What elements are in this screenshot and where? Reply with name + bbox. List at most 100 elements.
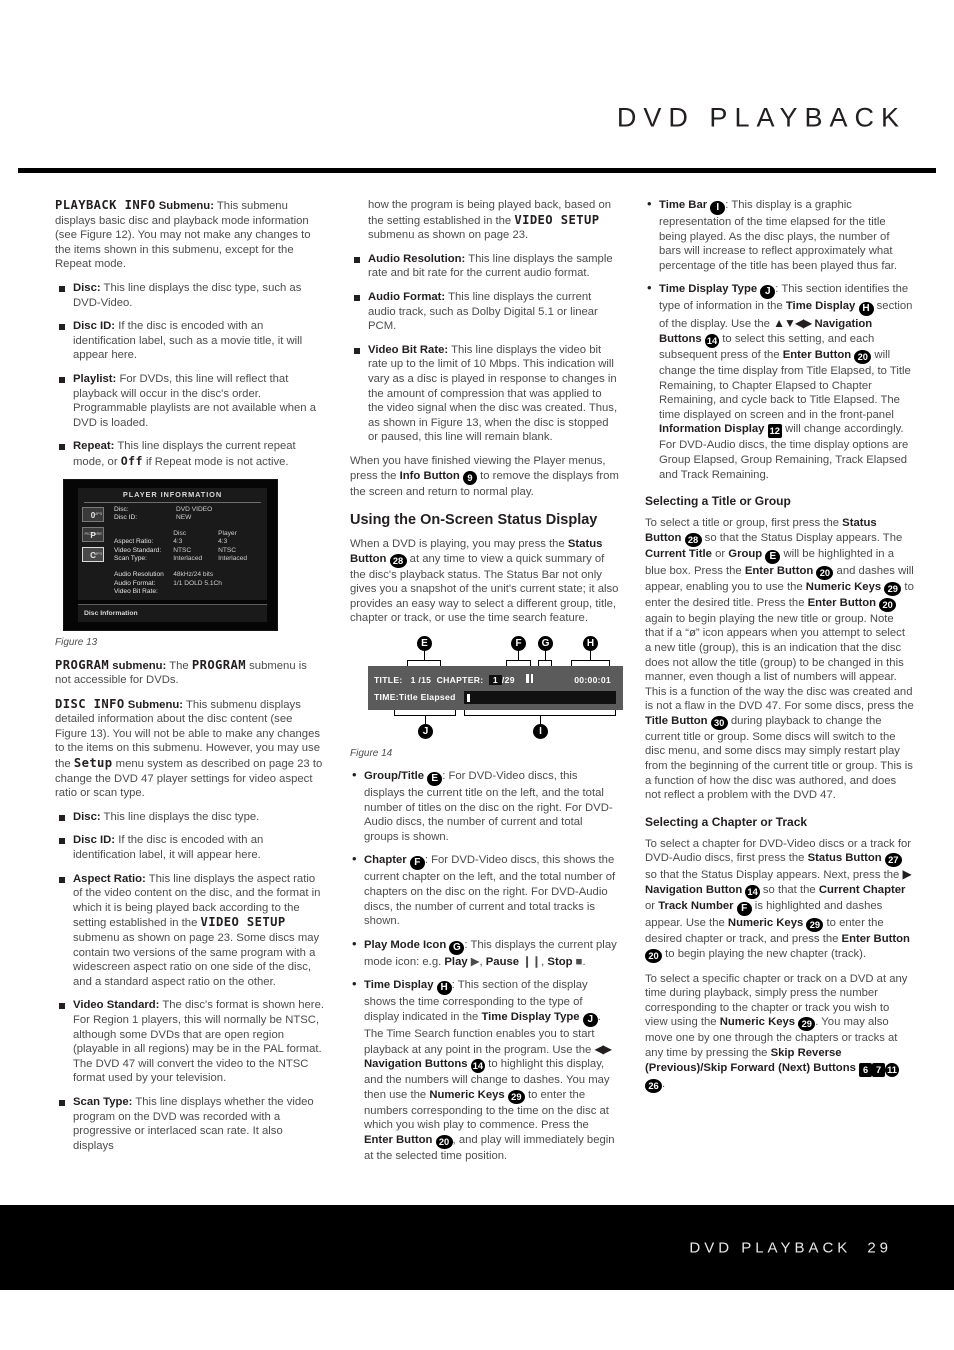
- navigation-button-label: Navigation Button: [645, 884, 743, 897]
- selecting-chapter-body: To select a chapter for DVD-Video discs …: [645, 837, 912, 963]
- ref-badge-29: 29: [507, 1089, 525, 1104]
- callout-i: I: [533, 724, 548, 740]
- numeric-keys-label: Numeric Keys: [429, 1088, 505, 1101]
- row-label: Aspect Ratio:: [114, 538, 154, 546]
- status-bar-legend: Group/Title E: For DVD-Video discs, this…: [350, 768, 619, 1164]
- row-value-player: 4:3: [218, 538, 228, 546]
- ref-badge-14: 14: [745, 885, 760, 900]
- callout-g: G: [538, 636, 553, 652]
- row-value-disc: DVD VIDEO: [176, 505, 213, 513]
- enter-button-label: Enter Button: [841, 933, 910, 946]
- bullet-mono-term: Off: [120, 453, 143, 468]
- ref-badge-f: F: [409, 856, 425, 871]
- osd-info-table: Disc: DVD VIDEO Disc ID: NEW Disc Player: [114, 506, 263, 597]
- video-setup-term: VIDEO SETUP: [514, 212, 600, 227]
- ref-badge-e: E: [765, 549, 781, 564]
- section-heading-selecting-chapter: Selecting a Chapter or Track: [645, 814, 808, 829]
- program-term: PROGRAM: [55, 657, 110, 672]
- ref-badge-28: 28: [684, 532, 702, 547]
- disc-info-term: DISC INFO: [55, 696, 125, 711]
- info-button-paragraph: When you have finished viewing the Playe…: [350, 454, 619, 498]
- osd-title: PLAYER INFORMATION: [122, 489, 223, 499]
- bullet-term: Playlist:: [73, 372, 117, 385]
- list-item: Video Standard: The disc's format is sho…: [55, 998, 324, 1086]
- bullet-text-after: if Repeat mode is not active.: [142, 455, 289, 468]
- title-label: TITLE:: [374, 675, 403, 686]
- settings-icon: C MP3: [82, 546, 104, 562]
- current-title-label: Current Title: [645, 547, 712, 560]
- numeric-keys-label: Numeric Keys: [727, 917, 804, 930]
- row-value: [173, 588, 263, 597]
- row-label: Audio Format:: [114, 579, 156, 587]
- program-label: submenu:: [109, 659, 167, 672]
- bullet-term: Video Bit Rate:: [368, 343, 449, 356]
- bullet-term: Scan Type:: [73, 1095, 133, 1108]
- scan-type-continuation: how the program is being played back, ba…: [368, 199, 612, 242]
- selecting-title-body: To select a title or group, first press …: [645, 517, 914, 802]
- ref-badge-20: 20: [854, 349, 872, 364]
- selecting-chapter-body-2: To select a specific chapter or track on…: [645, 972, 908, 1093]
- stop-icon: ■: [575, 955, 583, 968]
- row-value-disc: 4:3: [173, 538, 183, 546]
- list-item: Video Bit Rate: This line displays the v…: [350, 343, 619, 445]
- list-item: Audio Format: This line displays the cur…: [350, 290, 619, 334]
- bullet-text: The disc's format is shown here. For Reg…: [73, 999, 324, 1085]
- ref-badge-29: 29: [884, 581, 902, 596]
- play-icon: ▶: [470, 955, 480, 968]
- col-header-blank: [114, 530, 173, 539]
- col-header-disc: Disc: [173, 529, 187, 537]
- leader-line-h: [590, 651, 591, 661]
- status-button-label: Status Button: [807, 852, 882, 865]
- bullet-term: Aspect Ratio:: [73, 872, 146, 885]
- time-bar-progress[interactable]: [464, 691, 616, 705]
- chapter-current-value[interactable]: 1: [488, 675, 502, 686]
- row-value-disc: NTSC: [173, 546, 192, 554]
- enter-button-label: Enter Button: [744, 564, 814, 577]
- callout-j: J: [418, 724, 433, 740]
- status-line-time: TIME:Title Elapsed: [374, 692, 456, 702]
- table-row: Disc: DVD VIDEO: [114, 506, 263, 515]
- bullet-text: This line displays the video bit rate up…: [368, 343, 618, 444]
- row-value-player: Interlaced: [218, 555, 248, 563]
- callout-f: F: [511, 636, 526, 652]
- ref-badge-26: 26: [645, 1078, 662, 1093]
- ref-badge-29: 29: [806, 918, 824, 933]
- disc-info-bullets: Disc: This line displays the disc type. …: [55, 810, 324, 1153]
- ref-badge-28: 28: [389, 553, 407, 568]
- ref-badge-29: 29: [798, 1017, 816, 1032]
- list-item: Audio Resolution: This line displays the…: [350, 252, 619, 281]
- page-number: 29: [867, 1239, 892, 1256]
- group-label: Group: [728, 547, 763, 560]
- bullet-text: This line displays the disc type.: [100, 810, 260, 823]
- list-item: Playlist: For DVDs, this line will refle…: [55, 372, 324, 430]
- ref-badge-20: 20: [879, 597, 897, 612]
- title-value: 1 /15: [410, 675, 432, 686]
- status-bar-graphic: TITLE: 1 /15 CHAPTER: 1/29 00:00:01 TIME…: [368, 666, 623, 711]
- header-divider: [18, 168, 936, 173]
- enter-button-label: Enter Button: [782, 348, 852, 361]
- table-row: Video Standard: NTSC NTSC: [114, 547, 263, 556]
- ref-badge-12: 12: [767, 424, 782, 439]
- program-term-2: PROGRAM: [191, 657, 247, 672]
- status-line-title: TITLE: 1 /15 CHAPTER: 1/29: [374, 675, 515, 686]
- ref-badge-27: 27: [884, 853, 902, 868]
- column-middle: how the program is being played back, ba…: [350, 198, 623, 1173]
- time-display-label: Time Display: [785, 300, 856, 313]
- ref-badge-14: 14: [470, 1059, 486, 1074]
- time-type-value[interactable]: Title Elapsed: [399, 692, 456, 702]
- figure-14-caption: Figure 14: [350, 748, 393, 760]
- ref-badge-e: E: [427, 772, 443, 787]
- playback-info-term: PLAYBACK INFO: [55, 198, 156, 212]
- content-columns: PLAYBACK INFO Submenu: This submenu disp…: [55, 197, 915, 1173]
- osd-title-divider: [84, 501, 261, 503]
- disc-info-bullets-continued: Audio Resolution: This line displays the…: [350, 252, 619, 445]
- list-item: Disc: This line displays the disc type.: [55, 810, 324, 825]
- playback-info-bullets: Disc: This line displays the disc type, …: [55, 281, 324, 470]
- table-header-row: Disc Player: [114, 530, 263, 539]
- status-display-intro: When a DVD is playing, you may press the…: [350, 538, 619, 625]
- bullet-term: Disc ID:: [73, 320, 116, 333]
- table-row: Video Bit Rate:: [114, 588, 263, 597]
- bullet-term: Time Display Type: [659, 283, 758, 296]
- track-number-label: Track Number: [658, 900, 734, 913]
